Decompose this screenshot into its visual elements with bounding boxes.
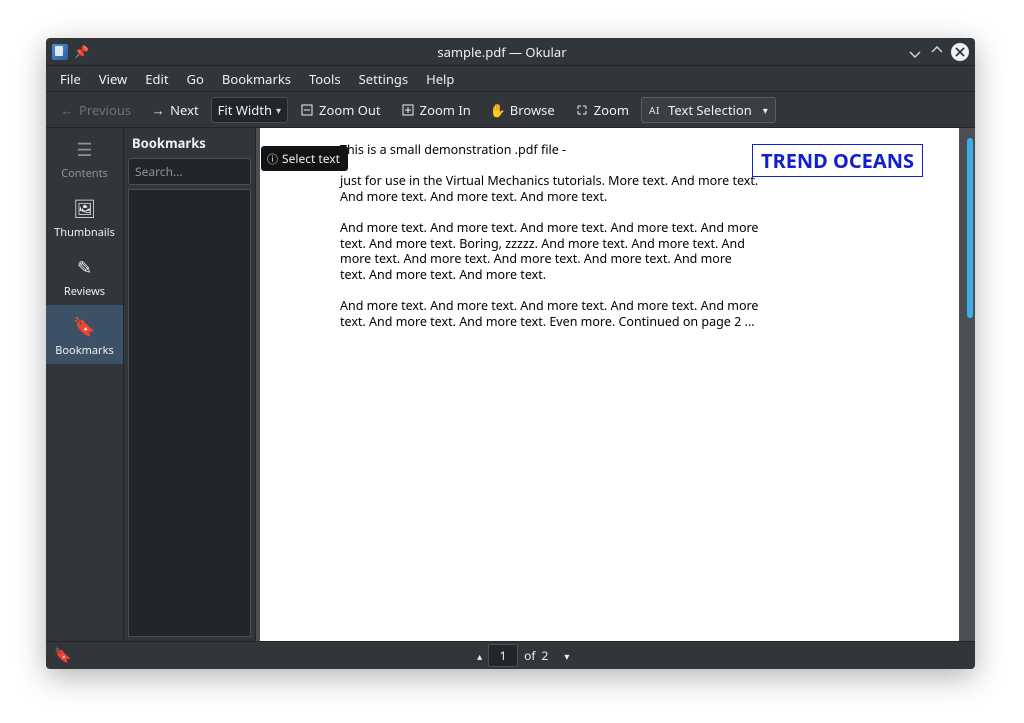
sidebar-item-label: Reviews: [64, 284, 105, 299]
page-up-icon[interactable]: ▴: [477, 649, 482, 663]
zoom-in-icon: [401, 103, 415, 117]
search-input[interactable]: Search...: [128, 158, 251, 185]
zoom-out-label: Zoom Out: [319, 101, 381, 119]
next-button[interactable]: → Next: [143, 97, 207, 123]
zoom-out-button[interactable]: Zoom Out: [292, 97, 389, 123]
document-page[interactable]: TREND OCEANS This is a small demonstrati…: [260, 128, 959, 641]
toolbar: ← Previous → Next Fit Width ▾ Zoom Out Z…: [46, 92, 975, 128]
menu-view[interactable]: View: [91, 66, 135, 92]
menu-help[interactable]: Help: [418, 66, 462, 92]
sidebar: ☰ Contents 🖼 Thumbnails ✎ Reviews 🔖 Book…: [46, 128, 124, 641]
app-window: 📌 sample.pdf — Okular File View Edit Go …: [46, 38, 975, 669]
text-selection-label: Text Selection: [668, 101, 752, 119]
zoom-mode-label: Fit Width: [218, 101, 272, 119]
text-para: And more text. And more text. And more t…: [340, 298, 760, 329]
scrollbar[interactable]: [967, 138, 973, 318]
document-view[interactable]: Select text TREND OCEANS This is a small…: [256, 128, 975, 641]
text-selection-button[interactable]: AI Text Selection ▾: [641, 97, 776, 123]
statusbar: 🔖 ▴ 1 of 2 ▾: [46, 641, 975, 669]
page-controls: ▴ 1 of 2 ▾: [477, 644, 569, 667]
chevron-down-icon: ▾: [276, 103, 281, 117]
sidebar-item-contents[interactable]: ☰ Contents: [46, 128, 123, 187]
bookmarks-list[interactable]: [128, 189, 251, 637]
text-para: And more text. And more text. And more t…: [340, 220, 760, 283]
zoom-icon: [575, 103, 589, 117]
menubar: File View Edit Go Bookmarks Tools Settin…: [46, 66, 975, 92]
menu-bookmarks[interactable]: Bookmarks: [214, 66, 299, 92]
previous-label: Previous: [79, 101, 131, 119]
body: ☰ Contents 🖼 Thumbnails ✎ Reviews 🔖 Book…: [46, 128, 975, 641]
menu-settings[interactable]: Settings: [351, 66, 416, 92]
minimize-button[interactable]: [907, 44, 923, 60]
bookmarks-panel: Bookmarks Search...: [124, 128, 256, 641]
maximize-button[interactable]: [929, 44, 945, 60]
browse-label: Browse: [510, 101, 555, 119]
total-pages: 2: [541, 647, 548, 664]
reviews-icon: ✎: [46, 256, 123, 280]
text-para: just for use in the Virtual Mechanics tu…: [340, 173, 760, 204]
contents-icon: ☰: [46, 138, 123, 162]
sidebar-item-bookmarks[interactable]: 🔖 Bookmarks: [46, 305, 123, 364]
zoom-in-button[interactable]: Zoom In: [393, 97, 479, 123]
next-label: Next: [170, 101, 199, 119]
zoom-button[interactable]: Zoom: [567, 97, 637, 123]
zoom-out-icon: [300, 103, 314, 117]
close-button[interactable]: [951, 43, 969, 61]
browse-button[interactable]: ✋ Browse: [483, 97, 563, 123]
tooltip: Select text: [261, 146, 348, 171]
search-placeholder: Search...: [135, 163, 183, 180]
window-buttons: [907, 43, 969, 61]
window-title: sample.pdf — Okular: [97, 43, 907, 61]
arrow-left-icon: ←: [60, 103, 74, 117]
sidebar-item-label: Thumbnails: [54, 225, 115, 240]
sidebar-item-reviews[interactable]: ✎ Reviews: [46, 246, 123, 305]
hand-icon: ✋: [491, 103, 505, 117]
menu-file[interactable]: File: [52, 66, 89, 92]
titlebar: 📌 sample.pdf — Okular: [46, 38, 975, 66]
tooltip-text: Select text: [282, 150, 340, 167]
app-icon: [52, 44, 68, 60]
bookmark-icon[interactable]: 🔖: [54, 646, 71, 665]
stamp: TREND OCEANS: [752, 144, 923, 177]
thumbnails-icon: 🖼: [46, 197, 123, 221]
menu-tools[interactable]: Tools: [301, 66, 349, 92]
panel-title: Bookmarks: [124, 128, 255, 158]
svg-text:A: A: [649, 104, 656, 116]
sidebar-item-label: Contents: [61, 166, 108, 181]
text-selection-icon: AI: [649, 103, 663, 117]
menu-edit[interactable]: Edit: [137, 66, 176, 92]
svg-text:I: I: [656, 104, 659, 116]
page-dropdown-icon[interactable]: ▾: [564, 649, 569, 663]
zoom-label: Zoom: [594, 101, 629, 119]
menu-go[interactable]: Go: [179, 66, 212, 92]
sidebar-item-thumbnails[interactable]: 🖼 Thumbnails: [46, 187, 123, 246]
pin-icon[interactable]: 📌: [74, 43, 89, 60]
zoom-in-label: Zoom In: [420, 101, 471, 119]
zoom-mode-select[interactable]: Fit Width ▾: [211, 97, 288, 123]
chevron-down-icon: ▾: [763, 103, 768, 117]
bookmarks-icon: 🔖: [46, 315, 123, 339]
of-label: of: [524, 647, 535, 664]
arrow-right-icon: →: [151, 103, 165, 117]
sidebar-item-label: Bookmarks: [55, 343, 113, 358]
text-line: This is a small demonstration .pdf file …: [340, 142, 760, 158]
previous-button[interactable]: ← Previous: [52, 97, 139, 123]
current-page-input[interactable]: 1: [488, 644, 518, 667]
